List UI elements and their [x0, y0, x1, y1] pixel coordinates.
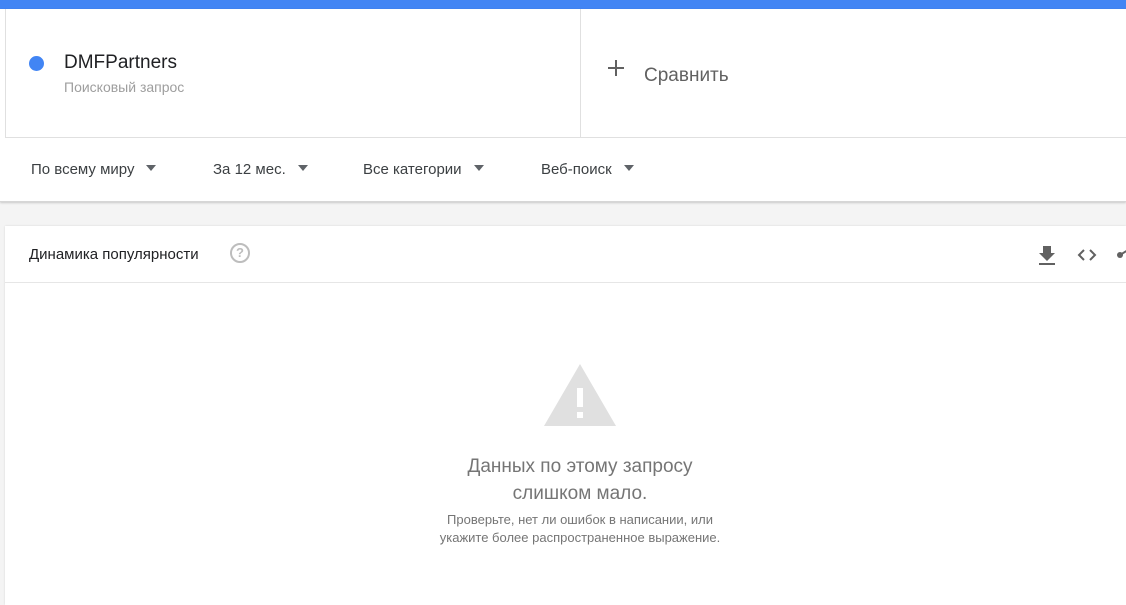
top-accent-bar [0, 0, 1126, 9]
caret-down-icon [146, 165, 157, 171]
warning-icon [542, 362, 618, 428]
search-type-dropdown-label: Веб-поиск [541, 161, 612, 178]
period-dropdown-label: За 12 мес. [213, 161, 286, 178]
compare-button[interactable]: Сравнить [581, 9, 1126, 138]
caret-down-icon [623, 165, 634, 171]
category-dropdown[interactable]: Все категории [363, 161, 484, 178]
empty-state-title-line: Данных по этому запросу [467, 456, 693, 477]
search-term-card[interactable]: DMFPartners Поисковый запрос [5, 9, 581, 138]
panel-header: Динамика популярности ? [5, 226, 1126, 283]
period-dropdown[interactable]: За 12 мес. [213, 161, 308, 178]
category-dropdown-label: Все категории [363, 161, 462, 178]
plus-icon [607, 59, 625, 77]
explore-header: DMFPartners Поисковый запрос Сравнить По… [0, 9, 1126, 202]
search-term-type: Поисковый запрос [64, 79, 185, 95]
download-icon[interactable] [1037, 244, 1057, 266]
region-dropdown-label: По всему миру [31, 161, 135, 178]
help-icon[interactable]: ? [230, 243, 250, 263]
empty-state-hint-line: укажите более распространенное выражение… [439, 530, 721, 545]
empty-state-hint-line: Проверьте, нет ли ошибок в написании, ил… [447, 512, 713, 527]
region-dropdown[interactable]: По всему миру [31, 161, 157, 178]
empty-state-hint: Проверьте, нет ли ошибок в написании, ил… [5, 511, 1126, 547]
filters-bar: По всему миру За 12 мес. Все категории В… [0, 139, 1126, 202]
empty-state-title-line: слишком мало. [512, 483, 648, 504]
empty-state-title: Данных по этому запросу слишком мало. [5, 453, 1126, 507]
caret-down-icon [473, 165, 484, 171]
term-color-dot [29, 56, 44, 71]
embed-code-icon[interactable] [1076, 244, 1098, 266]
panel-title: Динамика популярности [29, 246, 199, 263]
search-term-name[interactable]: DMFPartners [64, 52, 177, 74]
interest-over-time-panel: Динамика популярности ? Данных по этому … [5, 226, 1126, 605]
compare-label: Сравнить [644, 65, 729, 86]
search-type-dropdown[interactable]: Веб-поиск [541, 161, 634, 178]
share-icon[interactable] [1116, 244, 1126, 266]
empty-state: Данных по этому запросу слишком мало. Пр… [5, 283, 1126, 605]
caret-down-icon [297, 165, 308, 171]
